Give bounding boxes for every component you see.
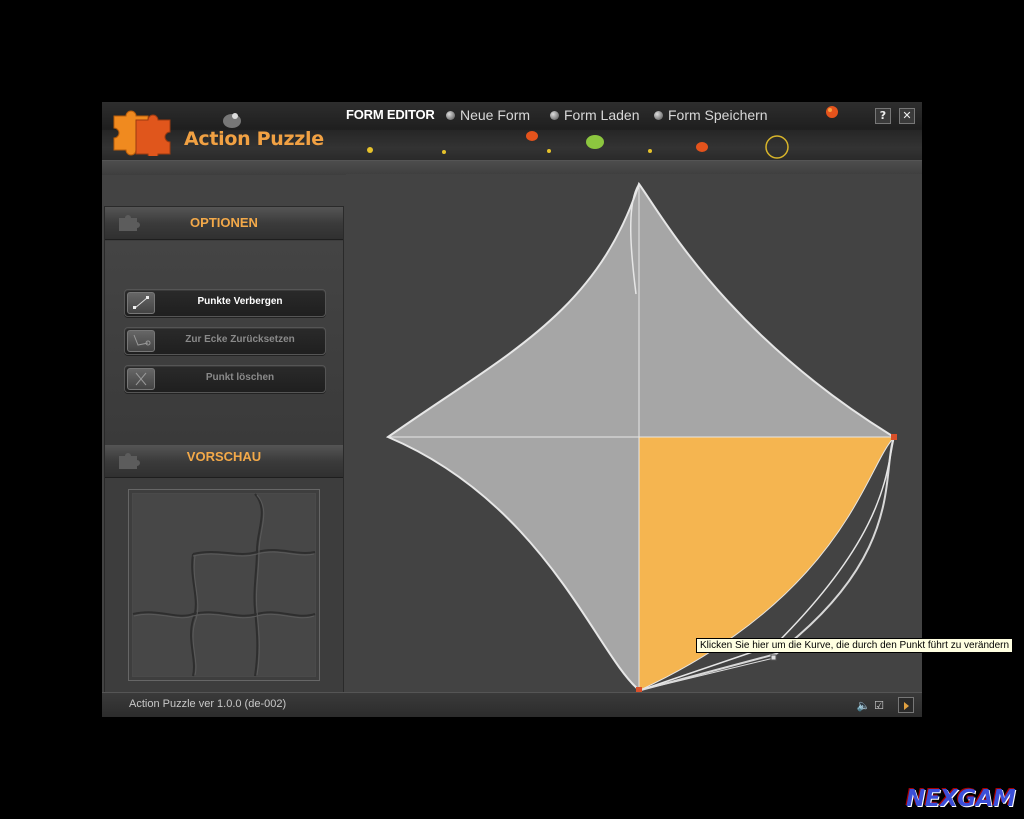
help-button[interactable]: ? [875, 108, 891, 124]
nav-label: Form Laden [564, 107, 640, 123]
title-bar: Action Puzzle FORM EDITOR Neue Form Form… [102, 102, 922, 160]
preview-pieces [132, 493, 316, 677]
puzzle-shape[interactable] [346, 174, 922, 693]
button-label: Zur Ecke Zurücksetzen [185, 334, 295, 345]
logo-text: Action Puzzle [184, 128, 324, 150]
vorschau-header: VORSCHAU [105, 445, 343, 478]
reset-corner-icon [127, 330, 155, 352]
bullet-icon [550, 111, 559, 120]
form-editor-canvas[interactable] [346, 174, 922, 693]
puzzle-logo-icon [113, 110, 171, 160]
close-button[interactable]: ✕ [899, 108, 915, 124]
delete-point-icon [127, 368, 155, 390]
checkbox-icon[interactable]: ☑ [874, 699, 884, 712]
nav-form-laden[interactable]: Form Laden [550, 107, 639, 123]
punkte-verbergen-button[interactable]: Punkte Verbergen [124, 289, 326, 317]
nav-form-speichern[interactable]: Form Speichern [654, 107, 768, 123]
nav-form-editor[interactable]: FORM EDITOR [346, 107, 435, 122]
optionen-header: OPTIONEN [105, 207, 343, 240]
button-label: Punkte Verbergen [197, 296, 283, 307]
vorschau-title: VORSCHAU [186, 449, 262, 464]
toolbar-strip [102, 160, 922, 175]
nav-neue-form[interactable]: Neue Form [446, 107, 530, 123]
bullet-icon [446, 111, 455, 120]
button-label: Punkt löschen [205, 372, 275, 383]
version-text: Action Puzzle ver 1.0.0 (de-002) [129, 698, 287, 710]
points-icon [127, 292, 155, 314]
optionen-content: Punkte Verbergen Zur Ecke Zurücksetzen P… [105, 241, 343, 445]
options-panel: OPTIONEN Punkte Verbergen Zur Ecke Zurüc… [104, 206, 344, 694]
puzzle-preview [128, 489, 320, 681]
zur-ecke-zuruecksetzen-button[interactable]: Zur Ecke Zurücksetzen [124, 327, 326, 355]
status-bar: Action Puzzle ver 1.0.0 (de-002) 🔈 ☑ [102, 692, 922, 717]
control-point[interactable] [891, 434, 897, 440]
app-logo: Action Puzzle [110, 106, 340, 160]
play-icon [904, 702, 909, 710]
fruit-icon [826, 106, 838, 118]
punkt-loeschen-button[interactable]: Punkt löschen [124, 365, 326, 393]
app-window: Action Puzzle FORM EDITOR Neue Form Form… [102, 102, 922, 717]
curve-tooltip: Klicken Sie hier um die Kurve, die durch… [696, 638, 1014, 653]
speaker-icon[interactable]: 🔈 [857, 699, 871, 712]
play-button[interactable] [898, 697, 914, 713]
optionen-title: OPTIONEN [190, 215, 258, 230]
bullet-icon [654, 111, 663, 120]
nav-label: Form Speichern [668, 107, 768, 123]
nexgam-watermark: NEXGAM [906, 786, 1016, 812]
nav-label: Neue Form [460, 107, 531, 123]
sound-toggle[interactable]: 🔈 ☑ [857, 699, 884, 712]
handle-point[interactable] [770, 654, 777, 661]
